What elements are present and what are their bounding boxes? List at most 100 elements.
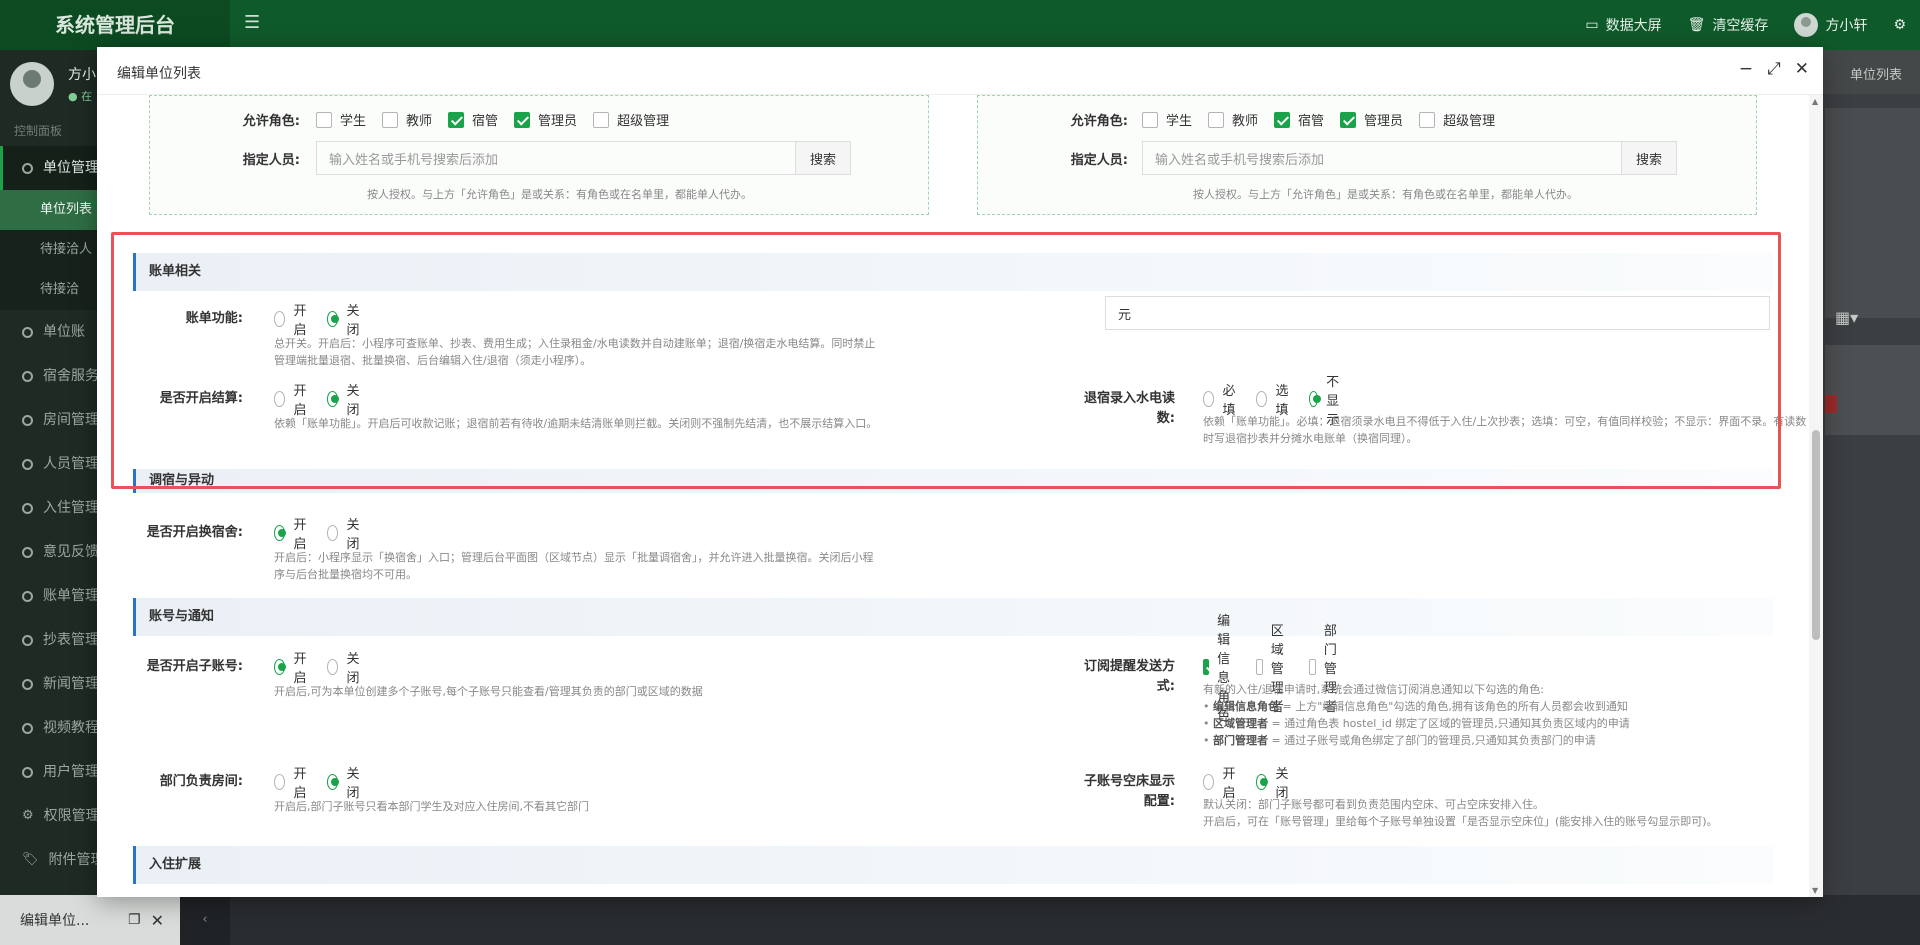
radio[interactable] bbox=[327, 659, 339, 675]
data-screen-link[interactable]: ▭ 数据大屏 bbox=[1585, 15, 1661, 35]
circle-icon bbox=[22, 634, 33, 646]
role-checkbox-student[interactable]: 学生 bbox=[316, 110, 366, 129]
circle-icon bbox=[22, 414, 33, 426]
circle-icon bbox=[22, 458, 33, 470]
section-transfer: 调宿与异动 bbox=[133, 469, 1773, 493]
radio[interactable] bbox=[327, 774, 340, 790]
swap-on-radio[interactable]: 开启 bbox=[274, 514, 311, 552]
role-checkbox-student[interactable]: 学生 bbox=[1142, 110, 1192, 129]
scroll-thumb[interactable] bbox=[1812, 430, 1820, 640]
monitor-icon: ▭ bbox=[1585, 17, 1599, 33]
role-checkbox-super-admin[interactable]: 超级管理 bbox=[1419, 110, 1495, 129]
radio[interactable] bbox=[274, 391, 286, 407]
checkbox[interactable] bbox=[1203, 659, 1210, 675]
proxy-permission-box-left: 允许角色: 学生 教师 宿管 管理员 超级管理 指定人员: 输入姓名或手机号搜索… bbox=[149, 95, 929, 215]
swap-off-radio[interactable]: 关闭 bbox=[327, 514, 364, 552]
chevron-left-icon[interactable]: ‹ bbox=[180, 895, 230, 945]
checkbox[interactable] bbox=[382, 111, 399, 128]
search-button[interactable]: 搜索 bbox=[796, 141, 852, 175]
role-checkbox-dorm-admin[interactable]: 宿管 bbox=[448, 110, 498, 129]
dept-room-off-radio[interactable]: 关闭 bbox=[327, 763, 364, 801]
settle-on-radio[interactable]: 开启 bbox=[274, 380, 311, 418]
tab-unit-list[interactable]: 单位列表 bbox=[1850, 64, 1902, 83]
online-status: ● 在 bbox=[68, 90, 93, 103]
close-icon[interactable]: ✕ bbox=[151, 911, 164, 930]
role-checkbox-admin[interactable]: 管理员 bbox=[514, 110, 577, 129]
clear-cache-link[interactable]: 🗑 清空缓存 bbox=[1688, 15, 1769, 35]
role-checkbox-admin[interactable]: 管理员 bbox=[1340, 110, 1403, 129]
bill-func-off-radio[interactable]: 关闭 bbox=[327, 300, 364, 338]
tag-icon: 🏷 bbox=[22, 852, 39, 867]
modal-body: 允许角色: 学生 教师 宿管 管理员 超级管理 指定人员: 输入姓名或手机号搜索… bbox=[97, 95, 1823, 897]
edit-unit-modal: 编辑单位列表 − ⤢ ✕ 允许角色: 学生 教师 宿管 管理员 超级管理 指定人… bbox=[97, 47, 1823, 897]
circle-icon bbox=[22, 370, 33, 382]
radio[interactable] bbox=[1256, 391, 1268, 407]
top-navbar: 系统管理后台 ☰ ▭ 数据大屏 🗑 清空缓存 方小轩 ⚙ bbox=[0, 0, 1920, 50]
dept-room-on-radio[interactable]: 开启 bbox=[274, 763, 311, 801]
brand-logo: 系统管理后台 bbox=[0, 0, 230, 50]
checkbox[interactable] bbox=[1340, 111, 1357, 128]
search-button[interactable]: 搜索 bbox=[1622, 141, 1678, 175]
minimize-icon[interactable]: − bbox=[1739, 59, 1753, 79]
trash-icon: 🗑 bbox=[1687, 17, 1706, 33]
sub-account-off-radio[interactable]: 关闭 bbox=[327, 648, 364, 686]
circle-icon bbox=[22, 678, 33, 690]
radio[interactable] bbox=[327, 525, 339, 541]
radio[interactable] bbox=[1203, 774, 1215, 790]
background-card bbox=[1825, 345, 1920, 435]
circle-icon bbox=[22, 326, 33, 338]
checkbox[interactable] bbox=[1419, 111, 1436, 128]
checkbox[interactable] bbox=[1142, 111, 1158, 128]
checkbox[interactable] bbox=[1208, 111, 1225, 128]
checkbox[interactable] bbox=[514, 111, 531, 128]
checkbox[interactable] bbox=[448, 111, 465, 128]
scroll-down-icon[interactable]: ▼ bbox=[1812, 886, 1818, 895]
radio[interactable] bbox=[327, 391, 340, 407]
circle-icon bbox=[22, 502, 33, 514]
menu-toggle-icon[interactable]: ☰ bbox=[244, 12, 260, 33]
cogs-icon: ⚙ bbox=[22, 808, 34, 823]
sub-account-on-radio[interactable]: 开启 bbox=[274, 648, 311, 686]
radio[interactable] bbox=[274, 659, 287, 675]
section-account: 账号与通知 bbox=[133, 598, 1773, 636]
section-billing: 账单相关 bbox=[133, 253, 1773, 291]
circle-icon bbox=[22, 766, 33, 778]
radio[interactable] bbox=[274, 525, 287, 541]
person-search-input[interactable]: 输入姓名或手机号搜索后添加 bbox=[316, 141, 796, 175]
modal-scrollbar[interactable]: ▲ ▼ bbox=[1809, 95, 1823, 897]
role-checkbox-super-admin[interactable]: 超级管理 bbox=[593, 110, 669, 129]
checkbox[interactable] bbox=[1274, 111, 1291, 128]
checkbox[interactable] bbox=[1256, 659, 1263, 675]
circle-icon bbox=[22, 162, 33, 174]
role-checkbox-teacher[interactable]: 教师 bbox=[1208, 110, 1258, 129]
radio[interactable] bbox=[274, 774, 286, 790]
radio[interactable] bbox=[327, 311, 340, 327]
taskbar-window-tab[interactable]: 编辑单位... ❐ ✕ bbox=[0, 895, 180, 945]
section-checkin-ext: 入住扩展 bbox=[133, 846, 1773, 884]
close-icon[interactable]: ✕ bbox=[1795, 59, 1809, 79]
checkbox[interactable] bbox=[316, 111, 332, 128]
scroll-up-icon[interactable]: ▲ bbox=[1812, 97, 1818, 106]
role-checkbox-teacher[interactable]: 教师 bbox=[382, 110, 432, 129]
bill-func-on-radio[interactable]: 开启 bbox=[274, 300, 311, 338]
radio[interactable] bbox=[274, 311, 286, 327]
settings-gear-icon[interactable]: ⚙ bbox=[1893, 17, 1906, 33]
taskbar: 编辑单位... ❐ ✕ ‹ bbox=[0, 895, 1920, 945]
user-menu[interactable]: 方小轩 bbox=[1794, 13, 1867, 37]
radio[interactable] bbox=[1256, 774, 1269, 790]
background-card bbox=[1825, 108, 1920, 318]
circle-icon bbox=[22, 546, 33, 558]
role-checkbox-dorm-admin[interactable]: 宿管 bbox=[1274, 110, 1324, 129]
maximize-icon[interactable]: ⤢ bbox=[1767, 59, 1781, 79]
person-search-input[interactable]: 输入姓名或手机号搜索后添加 bbox=[1142, 141, 1622, 175]
restore-icon[interactable]: ❐ bbox=[128, 912, 141, 928]
price-unit-input[interactable]: 元 bbox=[1105, 296, 1770, 330]
radio[interactable] bbox=[1203, 391, 1215, 407]
avatar bbox=[10, 62, 54, 106]
grid-view-icon[interactable]: ▦▾ bbox=[1835, 308, 1858, 327]
checkbox[interactable] bbox=[1309, 659, 1316, 675]
proxy-permission-box-right: 允许角色: 学生 教师 宿管 管理员 超级管理 指定人员: 输入姓名或手机号搜索… bbox=[977, 95, 1757, 215]
radio[interactable] bbox=[1309, 391, 1322, 407]
settle-off-radio[interactable]: 关闭 bbox=[327, 380, 364, 418]
checkbox[interactable] bbox=[593, 111, 610, 128]
